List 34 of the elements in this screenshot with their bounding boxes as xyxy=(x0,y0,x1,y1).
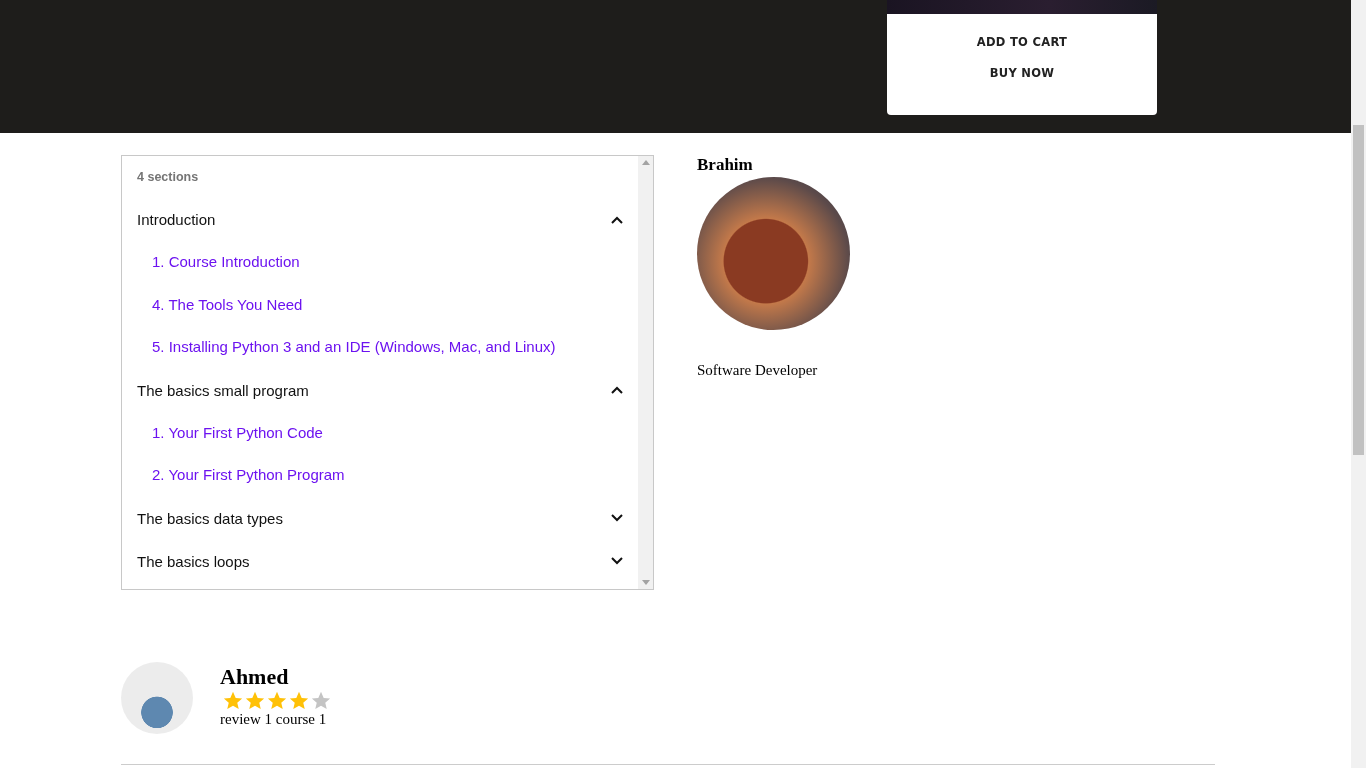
section-header[interactable]: The basics small program xyxy=(137,368,623,412)
section-title: The basics loops xyxy=(137,552,250,570)
chevron-down-icon xyxy=(611,557,623,565)
lesson-link[interactable]: 5. Installing Python 3 and an IDE (Windows, Mac, and Linux) xyxy=(137,326,623,369)
scroll-thumb[interactable] xyxy=(1353,125,1364,455)
section-header[interactable]: Introduction xyxy=(137,198,623,241)
scroll-down-icon[interactable] xyxy=(641,580,650,585)
section-header[interactable]: The basics data types xyxy=(137,496,623,540)
star-icon xyxy=(222,691,244,711)
lesson-link[interactable]: 4. The Tools You Need xyxy=(137,283,623,326)
star-icon xyxy=(288,691,310,711)
chevron-up-icon xyxy=(611,215,623,224)
buy-now-button[interactable]: BUY NOW xyxy=(977,60,1067,86)
page-scrollbar[interactable] xyxy=(1351,0,1366,768)
section-title: Introduction xyxy=(137,211,216,228)
add-to-cart-button[interactable]: ADD TO CART xyxy=(964,29,1080,55)
lesson-link[interactable]: 1. Course Introduction xyxy=(137,241,623,284)
section-title: The basics data types xyxy=(137,509,283,527)
star-icon xyxy=(266,691,288,711)
review-text: review 1 course 1 xyxy=(220,711,328,728)
section-count: 4 sections xyxy=(137,170,200,186)
lesson-link[interactable]: 2. Your First Python Program xyxy=(137,454,623,497)
instructor-name: Brahim xyxy=(697,155,754,175)
star-icon xyxy=(310,691,332,711)
scroll-up-icon[interactable] xyxy=(641,160,650,165)
reviewer-name: Ahmed xyxy=(220,664,290,690)
chevron-down-icon xyxy=(611,514,623,522)
lesson-link[interactable]: 1. Your First Python Code xyxy=(137,411,623,454)
chevron-up-icon xyxy=(611,386,623,394)
star-icon xyxy=(244,691,266,711)
section-header[interactable]: The basics loops xyxy=(137,539,623,583)
instructor-role: Software Developer xyxy=(697,362,819,379)
section-title: The basics small program xyxy=(137,381,309,399)
scrollbar[interactable] xyxy=(638,156,653,589)
